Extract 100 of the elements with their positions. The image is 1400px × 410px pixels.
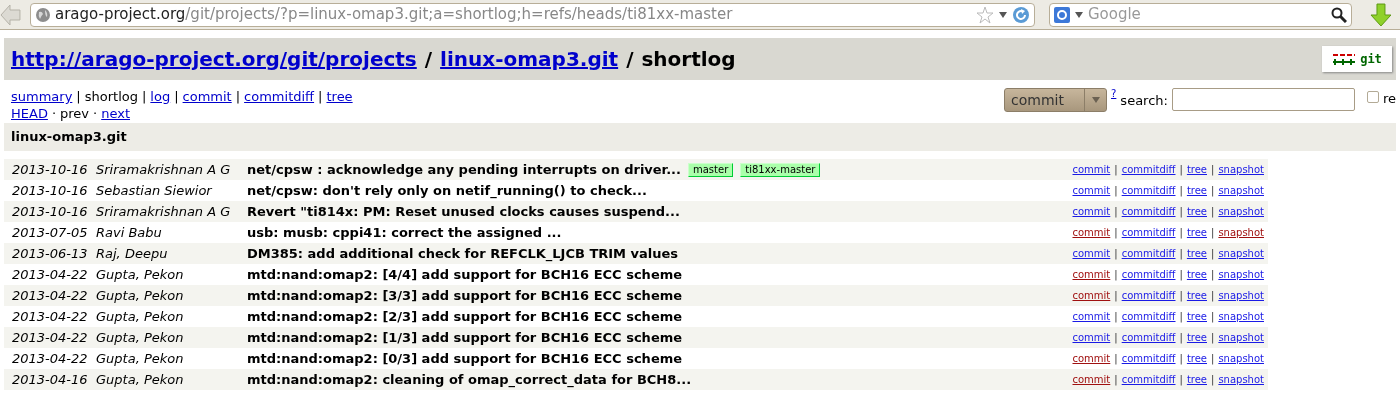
commit-title-link[interactable]: mtd:nand:omap2: [4/4] add support for BCH16 ECC scheme bbox=[247, 264, 683, 285]
nav-link[interactable]: HEAD bbox=[11, 105, 48, 122]
commit-action-link[interactable]: commit bbox=[1072, 204, 1111, 219]
address-field[interactable]: arago-project.org/git/projects/?p=linux-omap3.git;a=shortlog;h=refs/heads/ti81xx-master bbox=[29, 2, 1035, 27]
search-engine-icon[interactable] bbox=[1053, 6, 1070, 23]
commit-action-link[interactable]: commitdiff bbox=[1121, 351, 1176, 366]
commit-action-link[interactable]: snapshot bbox=[1218, 330, 1264, 345]
nav-link[interactable]: tree bbox=[326, 88, 353, 105]
commit-action-link[interactable]: commitdiff bbox=[1121, 330, 1176, 345]
commit-action-link[interactable]: commit bbox=[1072, 246, 1111, 261]
search-input[interactable]: Google bbox=[1087, 3, 1328, 26]
commit-title-link[interactable]: usb: musb: cppi41: correct the assigned ... bbox=[247, 222, 562, 243]
title-link[interactable]: linux-omap3.git bbox=[440, 44, 619, 74]
separator: | bbox=[1211, 163, 1215, 177]
commit-action-link[interactable]: commit bbox=[1072, 351, 1111, 366]
branch-tag[interactable]: master bbox=[688, 162, 734, 177]
checkbox[interactable] bbox=[1366, 91, 1379, 103]
author-cell-text: Sebastian Siewior bbox=[96, 181, 213, 200]
separator: | bbox=[235, 88, 241, 105]
title-link[interactable]: http://arago-project.org/git/projects bbox=[11, 44, 417, 74]
commit-action-link[interactable]: commit bbox=[1072, 330, 1111, 345]
author-cell-text: Gupta, Pekon bbox=[96, 307, 185, 326]
commit-action-link[interactable]: commit bbox=[1072, 372, 1111, 387]
commit-title-link[interactable]: mtd:nand:omap2: cleaning of omap_correct_data for BCH8... bbox=[247, 369, 692, 390]
commit-action-link[interactable]: snapshot bbox=[1218, 183, 1264, 198]
nav-link[interactable]: log bbox=[150, 88, 171, 105]
separator: | bbox=[1179, 352, 1183, 366]
commit-action-link[interactable]: commitdiff bbox=[1121, 204, 1176, 219]
commit-action-link[interactable]: snapshot bbox=[1218, 162, 1264, 177]
separator: | bbox=[141, 88, 147, 105]
commit-action-link[interactable]: commit bbox=[1072, 183, 1111, 198]
commit-action-link[interactable]: commitdiff bbox=[1121, 309, 1176, 324]
commit-action-link[interactable]: snapshot bbox=[1218, 288, 1264, 303]
commit-action-link[interactable]: commitdiff bbox=[1121, 372, 1176, 387]
commit-action-link[interactable]: commit bbox=[1072, 309, 1111, 324]
commit-title-link[interactable]: DM385: add additional check for REFCLK_LJCB TRIM values bbox=[247, 243, 679, 264]
commit-action-link[interactable]: snapshot bbox=[1218, 351, 1264, 366]
nav-link[interactable]: commit bbox=[182, 88, 232, 105]
commit-action-link[interactable]: tree bbox=[1186, 246, 1207, 261]
commit-title-link[interactable]: mtd:nand:omap2: [1/3] add support for BCH16 ECC scheme bbox=[247, 327, 683, 348]
author-cell-text: Gupta, Pekon bbox=[96, 265, 185, 284]
commit-title-link[interactable]: Revert "ti814x: PM: Reset unused clocks causes suspend... bbox=[247, 201, 680, 222]
commit-action-link[interactable]: tree bbox=[1186, 351, 1207, 366]
dropdown-icon[interactable] bbox=[997, 10, 1008, 19]
commit-action-link[interactable]: snapshot bbox=[1218, 204, 1264, 219]
nav-link[interactable]: summary bbox=[11, 88, 73, 105]
diff-marks-icon bbox=[1332, 53, 1357, 65]
commit-action-link[interactable]: tree bbox=[1186, 309, 1207, 324]
commit-title-link[interactable]: mtd:nand:omap2: [3/3] add support for BCH16 ECC scheme bbox=[247, 285, 683, 306]
download-arrow-icon[interactable] bbox=[1370, 2, 1392, 27]
commit-action-link[interactable]: tree bbox=[1186, 183, 1207, 198]
commit-action-link[interactable]: commitdiff bbox=[1121, 225, 1176, 240]
nav-link[interactable]: commitdiff bbox=[244, 88, 315, 105]
commit-action-link[interactable]: commitdiff bbox=[1121, 267, 1176, 282]
separator: | bbox=[1179, 310, 1183, 324]
commit-title-link[interactable]: mtd:nand:omap2: [0/3] add support for BCH16 ECC scheme bbox=[247, 348, 683, 369]
checkbox-label: re bbox=[1382, 90, 1396, 108]
commit-action-link[interactable]: commit bbox=[1072, 225, 1111, 240]
commit-action-link[interactable]: snapshot bbox=[1218, 246, 1264, 261]
commit-action-link[interactable]: commit bbox=[1072, 267, 1111, 282]
separator: | bbox=[76, 88, 81, 105]
commit-action-link[interactable]: tree bbox=[1186, 288, 1207, 303]
commit-action-link[interactable]: tree bbox=[1186, 162, 1207, 177]
search-icon[interactable] bbox=[1331, 6, 1348, 23]
commit-title-link[interactable]: mtd:nand:omap2: [2/3] add support for BCH16 ECC scheme bbox=[247, 306, 683, 327]
commit-action-link[interactable]: commit bbox=[1072, 162, 1111, 177]
commit-action-link[interactable]: tree bbox=[1186, 225, 1207, 240]
branch-tag[interactable]: ti81xx-master bbox=[740, 162, 821, 177]
commit-action-link[interactable]: commit bbox=[1072, 288, 1111, 303]
commit-action-link[interactable]: tree bbox=[1186, 204, 1207, 219]
separator: | bbox=[1114, 184, 1118, 198]
back-icon[interactable] bbox=[0, 3, 22, 26]
commit-action-link[interactable]: tree bbox=[1186, 330, 1207, 345]
commit-action-link[interactable]: commitdiff bbox=[1121, 162, 1176, 177]
commit-action-link[interactable]: snapshot bbox=[1218, 372, 1264, 387]
commit-action-link[interactable]: commitdiff bbox=[1121, 183, 1176, 198]
commit-action-link[interactable]: snapshot bbox=[1218, 267, 1264, 282]
search-type-select[interactable]: commit bbox=[1004, 88, 1108, 112]
commit-action-link[interactable]: snapshot bbox=[1218, 309, 1264, 324]
commit-action-link[interactable]: tree bbox=[1186, 372, 1207, 387]
separator: | bbox=[1114, 226, 1118, 240]
separator: | bbox=[1114, 247, 1118, 261]
nav-link[interactable]: next bbox=[101, 105, 130, 122]
date-cell-text: 2013-04-22 bbox=[11, 307, 89, 326]
help-link[interactable]: ? bbox=[1111, 86, 1117, 101]
separator: | bbox=[1179, 226, 1183, 240]
separator: | bbox=[1114, 373, 1118, 387]
commit-action-link[interactable]: commitdiff bbox=[1121, 288, 1176, 303]
commit-title-link[interactable]: net/cpsw : acknowledge any pending interrupts on driver... bbox=[247, 159, 681, 180]
page-title: shortlog bbox=[641, 46, 736, 73]
search-field[interactable]: Google bbox=[1048, 2, 1353, 27]
star-icon[interactable] bbox=[975, 5, 994, 24]
commit-action-link[interactable]: commitdiff bbox=[1121, 246, 1176, 261]
commit-title-link[interactable]: net/cpsw: don't rely only on netif_running() to check... bbox=[247, 180, 647, 201]
commit-action-link[interactable]: snapshot bbox=[1218, 225, 1264, 240]
git-logo[interactable]: git bbox=[1322, 46, 1392, 72]
dropdown-icon[interactable] bbox=[1073, 10, 1084, 19]
search-input[interactable] bbox=[1171, 88, 1355, 111]
commit-action-link[interactable]: tree bbox=[1186, 267, 1207, 282]
separator: | bbox=[1211, 310, 1215, 324]
